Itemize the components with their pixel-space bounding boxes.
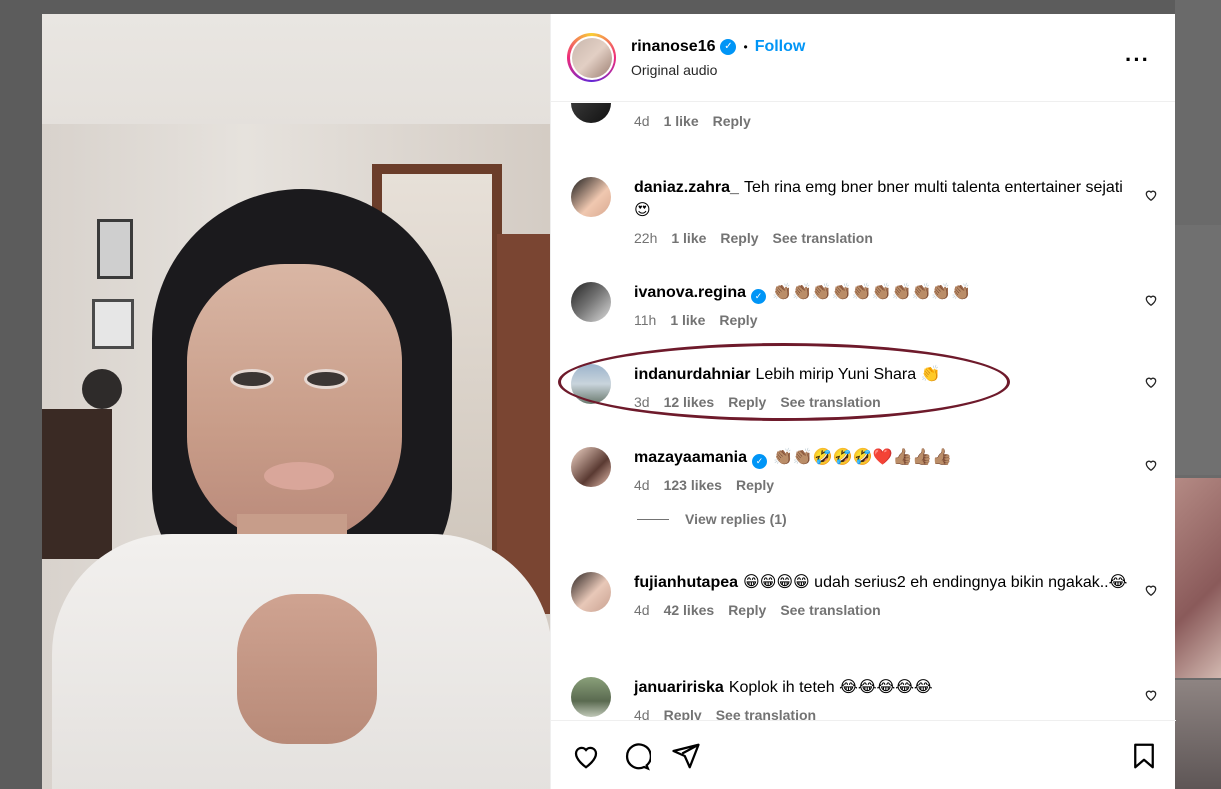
comment-meta: 4d 42 likes Reply See translation — [634, 602, 1134, 618]
comment-username[interactable]: daniaz.zahra_ — [634, 179, 739, 196]
media-person-eye — [230, 369, 274, 389]
post-header: rinanose16 ✓ • Follow Original audio ··· — [551, 14, 1175, 102]
separator-dot: • — [743, 39, 748, 54]
comment-like-icon[interactable] — [1144, 583, 1160, 599]
comment-time[interactable]: 4d — [634, 113, 650, 129]
view-replies-label: View replies (1) — [685, 511, 787, 527]
author-username[interactable]: rinanose16 — [631, 38, 715, 56]
comment-meta: 4d 1 like Reply — [634, 113, 1134, 129]
comment-text: Koplok ih teteh 😂😂😂😂😂 — [728, 679, 933, 696]
media-lamp — [82, 369, 122, 409]
comment-avatar[interactable] — [571, 447, 611, 487]
background-image — [1175, 478, 1221, 678]
see-translation-button[interactable]: See translation — [780, 602, 880, 618]
see-translation-button[interactable]: See translation — [716, 707, 816, 720]
media-picture-frame — [97, 219, 133, 279]
background-page — [1175, 0, 1221, 789]
verified-icon: ✓ — [720, 38, 737, 55]
comment-time[interactable]: 4d — [634, 602, 650, 618]
comment-meta: 22h 1 like Reply See translation — [634, 230, 1134, 246]
see-translation-button[interactable]: See translation — [773, 230, 873, 246]
reply-button[interactable]: Reply — [713, 113, 751, 129]
post-media[interactable] — [42, 14, 550, 789]
view-replies-line — [637, 518, 669, 520]
reply-button[interactable]: Reply — [736, 477, 774, 493]
comment-likes[interactable]: 1 like — [670, 312, 705, 328]
comment-avatar[interactable] — [571, 677, 611, 717]
reply-button[interactable]: Reply — [664, 707, 702, 720]
comment-username[interactable]: januaririska — [634, 679, 724, 696]
comment-like-icon[interactable] — [1144, 688, 1160, 704]
highlight-annotation-circle — [558, 343, 1010, 421]
comment-like-icon[interactable] — [1144, 293, 1160, 309]
background-region — [1175, 225, 1221, 475]
comments-list[interactable]: 4d 1 like Reply daniaz.zahra_ Teh rina em… — [551, 103, 1176, 720]
bookmark-icon[interactable] — [1129, 741, 1159, 771]
comment-icon[interactable] — [621, 741, 652, 771]
comment-meta: 4d Reply See translation — [634, 707, 1134, 720]
author-avatar[interactable] — [567, 33, 616, 82]
comment-text: 😁😁😁😁 udah serius2 eh endingnya bikin nga… — [743, 574, 1128, 591]
reply-button[interactable]: Reply — [728, 602, 766, 618]
view-replies-button[interactable]: View replies (1) — [637, 511, 787, 527]
original-audio-link[interactable]: Original audio — [631, 62, 805, 78]
more-options-icon[interactable]: ··· — [1125, 47, 1150, 73]
comment-avatar[interactable] — [571, 177, 611, 217]
comment-like-icon[interactable] — [1144, 458, 1160, 474]
heart-icon[interactable] — [571, 741, 601, 771]
media-cabinet — [42, 409, 112, 559]
comment-like-icon[interactable] — [1144, 375, 1160, 391]
reply-button[interactable]: Reply — [720, 230, 758, 246]
comment-likes[interactable]: 42 likes — [664, 602, 715, 618]
media-person-eye — [304, 369, 348, 389]
comments-panel: rinanose16 ✓ • Follow Original audio ···… — [550, 14, 1176, 789]
comment-time[interactable]: 11h — [634, 312, 656, 328]
comment-avatar[interactable] — [571, 103, 611, 123]
reply-button[interactable]: Reply — [719, 312, 757, 328]
comment-time[interactable]: 22h — [634, 230, 657, 246]
media-door-frame — [497, 234, 550, 614]
comment-text: 👏🏽👏🏽🤣🤣🤣❤️👍🏽👍🏽👍🏽 — [772, 449, 953, 466]
media-picture-frame — [92, 299, 134, 349]
comment-text: 👏🏽👏🏽👏🏽👏🏽👏🏽👏🏽👏🏽👏🏽👏🏽👏🏽 — [772, 284, 972, 301]
post-actions-bar — [551, 720, 1176, 789]
media-person-face — [187, 264, 402, 544]
share-icon[interactable] — [671, 741, 701, 771]
comment-likes[interactable]: 1 like — [671, 230, 706, 246]
post-modal: rinanose16 ✓ • Follow Original audio ···… — [42, 14, 1176, 789]
comment-avatar[interactable] — [571, 572, 611, 612]
comment-username[interactable]: ivanova.regina — [634, 284, 746, 301]
verified-icon: ✓ — [751, 289, 767, 304]
comment-meta: 4d 123 likes Reply — [634, 477, 1134, 493]
comment-likes[interactable]: 1 like — [664, 113, 699, 129]
background-image — [1175, 680, 1221, 789]
comment-username[interactable]: mazayaamania — [634, 449, 747, 466]
verified-icon: ✓ — [751, 454, 767, 469]
follow-button[interactable]: Follow — [755, 38, 806, 56]
comment-avatar[interactable] — [571, 282, 611, 322]
comment-like-icon[interactable] — [1144, 188, 1160, 204]
media-person-lips — [264, 462, 334, 490]
comment-time[interactable]: 4d — [634, 707, 650, 720]
comment-meta: 11h 1 like Reply — [634, 312, 1134, 328]
comment-username[interactable]: fujianhutapea — [634, 574, 738, 591]
comment-likes[interactable]: 123 likes — [664, 477, 722, 493]
media-person-hand — [237, 594, 377, 744]
comment-like-icon[interactable] — [1144, 103, 1160, 104]
comment-time[interactable]: 4d — [634, 477, 650, 493]
